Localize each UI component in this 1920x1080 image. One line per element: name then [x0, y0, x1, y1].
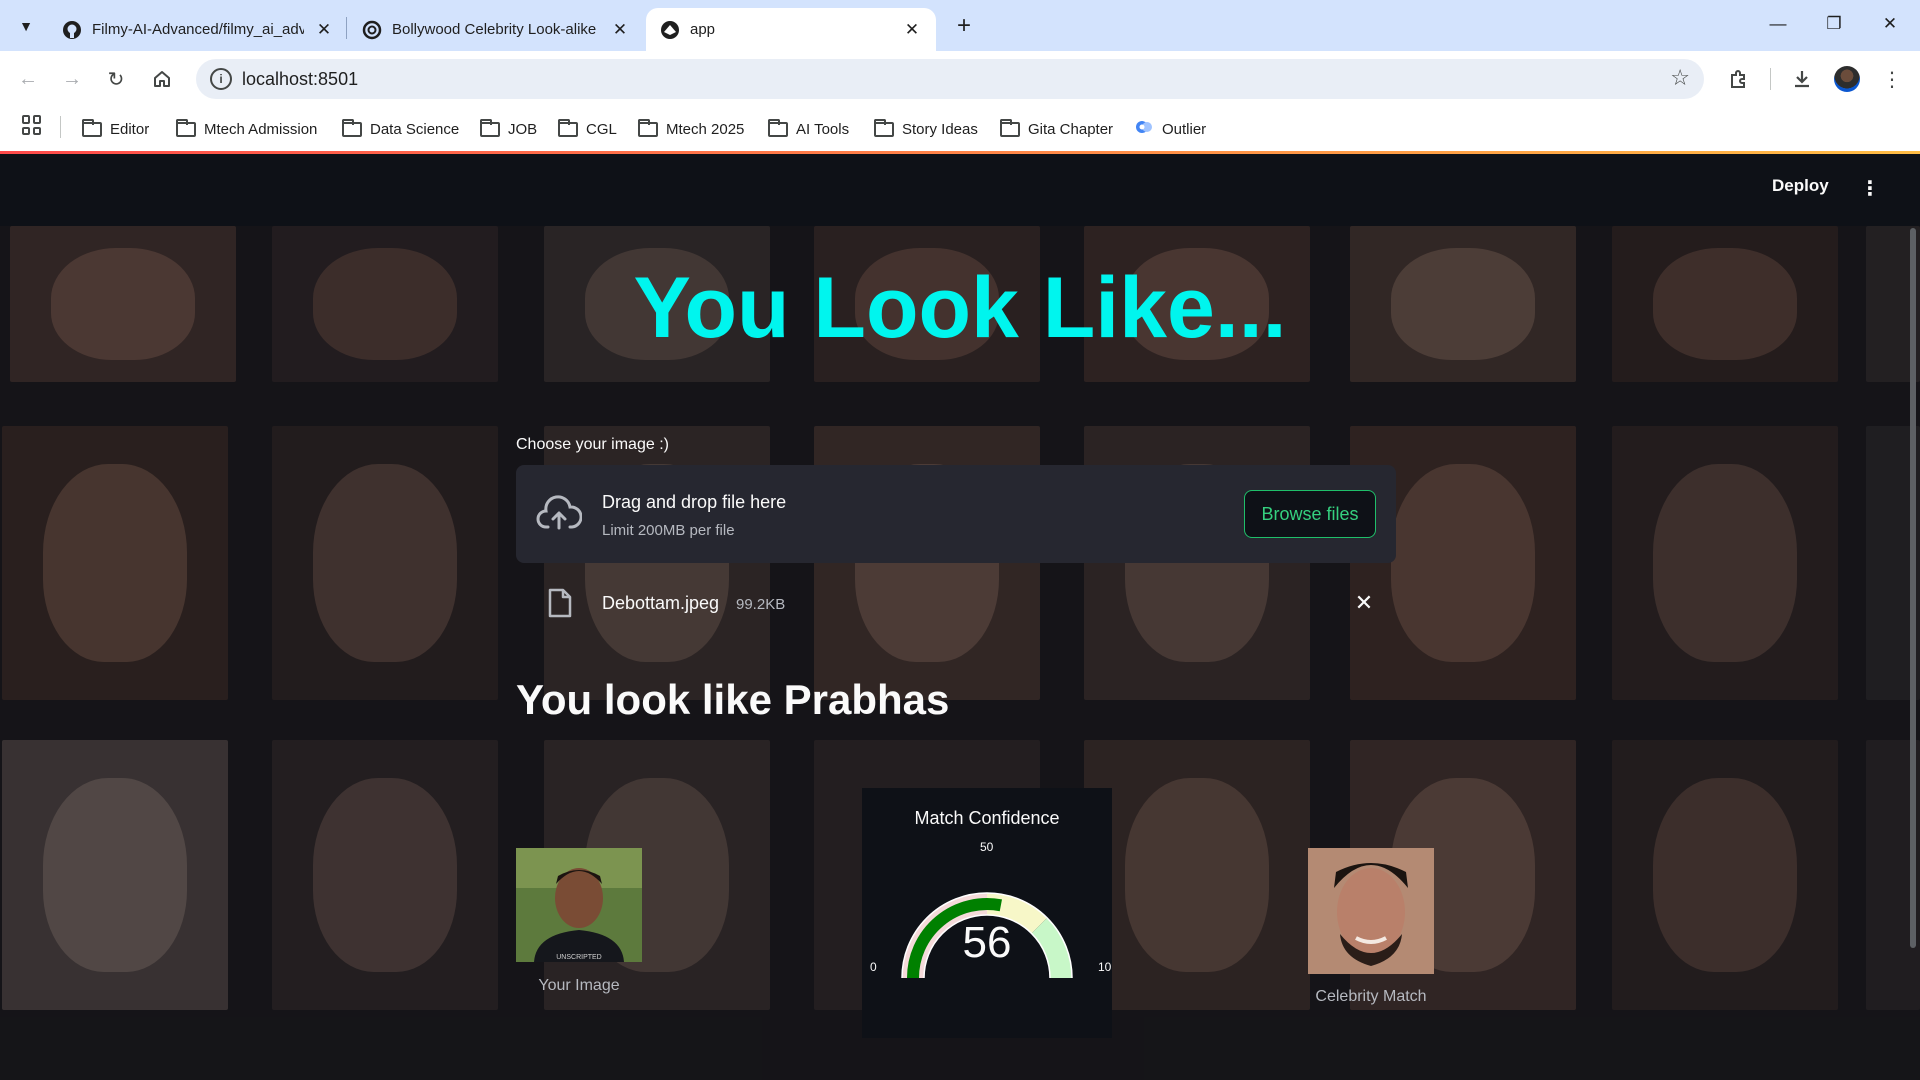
remove-file-icon[interactable]: ✕ — [1352, 590, 1376, 616]
bookmark-label: Story Ideas — [902, 120, 978, 138]
close-tab-icon[interactable]: ✕ — [902, 20, 922, 40]
file-dropzone[interactable]: Drag and drop file here Limit 200MB per … — [516, 465, 1396, 563]
tab-search-icon[interactable]: ▼ — [10, 10, 42, 42]
bookmark-label: CGL — [586, 120, 617, 138]
tab-title: Filmy-AI-Advanced/filmy_ai_adv — [92, 21, 304, 38]
forward-arrow-icon[interactable]: → — [54, 61, 90, 97]
bookmark-ai-tools[interactable]: AI Tools — [768, 115, 849, 143]
folder-icon — [176, 118, 196, 137]
page-title: You Look Like... — [633, 260, 1287, 356]
bookmarks-divider — [60, 116, 61, 138]
new-tab-button[interactable]: + — [948, 10, 980, 42]
your-image: UNSCRIPTED — [516, 848, 642, 962]
celebrity-image — [1308, 848, 1434, 974]
bookmark-mtech-2025[interactable]: Mtech 2025 — [638, 115, 744, 143]
extensions-icon[interactable] — [1722, 63, 1754, 95]
folder-icon — [1000, 118, 1020, 137]
tab-app[interactable]: app ✕ — [646, 8, 936, 51]
file-icon — [548, 588, 572, 618]
dropzone-limit: Limit 200MB per file — [602, 522, 735, 539]
bookmark-job[interactable]: JOB — [480, 115, 537, 143]
bookmark-editor[interactable]: Editor — [82, 115, 149, 143]
gauge-tick-max: 10 — [1098, 960, 1112, 974]
cloud-upload-icon — [536, 495, 582, 530]
home-icon[interactable] — [144, 61, 180, 97]
bookmark-data-science[interactable]: Data Science — [342, 115, 459, 143]
restore-icon[interactable]: ❐ — [1806, 0, 1862, 48]
back-arrow-icon[interactable]: ← — [10, 61, 46, 97]
gauge-tick-min: 0 — [870, 960, 877, 974]
download-icon[interactable] — [1786, 63, 1818, 95]
folder-icon — [82, 118, 102, 137]
gauge-value: 56 — [962, 918, 1012, 967]
page-scrollbar[interactable] — [1910, 228, 1916, 948]
bookmark-label: JOB — [508, 120, 538, 138]
openai-icon — [362, 20, 382, 40]
tab-divider — [346, 17, 347, 39]
tab-github[interactable]: Filmy-AI-Advanced/filmy_ai_adv ✕ — [48, 8, 348, 51]
browser-chrome: ▼ Filmy-AI-Advanced/filmy_ai_adv ✕ Bolly… — [0, 0, 1920, 154]
tab-chatgpt[interactable]: Bollywood Celebrity Look-alike ✕ — [348, 8, 644, 51]
minimize-icon[interactable]: — — [1750, 0, 1806, 48]
app-header: Deploy ⋮ — [0, 154, 1920, 226]
result-heading: You look like Prabhas — [516, 676, 950, 723]
bookmark-story-ideas[interactable]: Story Ideas — [874, 115, 978, 143]
url-text: localhost:8501 — [242, 69, 359, 89]
gauge-tick-mid: 50 — [980, 840, 994, 854]
folder-icon — [558, 118, 578, 137]
tab-title: app — [690, 21, 716, 38]
dropzone-title: Drag and drop file here — [602, 492, 787, 512]
toolbar-divider — [1770, 68, 1771, 90]
bookmark-label: Mtech 2025 — [666, 120, 745, 138]
bookmarks-bar: Editor Mtech Admission Data Science JOB … — [0, 107, 1920, 151]
main-content: You Look Like... Choose your image :) Dr… — [0, 154, 1920, 1080]
browse-files-button[interactable]: Browse files — [1244, 490, 1376, 538]
close-tab-icon[interactable]: ✕ — [610, 20, 630, 40]
bookmark-mtech-admission[interactable]: Mtech Admission — [176, 115, 317, 143]
bookmark-label: Gita Chapter — [1028, 120, 1114, 138]
bookmark-label: Outlier — [1162, 120, 1207, 138]
uploaded-file-size: 99.2KB — [736, 596, 786, 613]
bookmark-label: Editor — [110, 120, 150, 138]
site-info-icon[interactable]: i — [210, 68, 232, 90]
bookmark-label: Mtech Admission — [204, 120, 318, 138]
folder-icon — [874, 118, 894, 137]
uploader-label: Choose your image :) — [516, 436, 669, 453]
folder-icon — [480, 118, 500, 137]
svg-text:UNSCRIPTED: UNSCRIPTED — [556, 954, 602, 961]
confidence-gauge: Match Confidence 56 50 0 10 — [862, 788, 1112, 1038]
apps-grid-icon[interactable] — [22, 115, 42, 135]
deploy-button[interactable]: Deploy — [1772, 176, 1829, 196]
kebab-menu-icon[interactable]: ⋮ — [1860, 176, 1880, 201]
streamlit-app: Deploy ⋮ You Look Like... Choose your im… — [0, 154, 1920, 1080]
folder-icon — [768, 118, 788, 137]
folder-icon — [342, 118, 362, 137]
close-window-icon[interactable]: ✕ — [1862, 0, 1918, 48]
outlier-icon — [1134, 117, 1154, 141]
uploaded-file-name: Debottam.jpeg — [602, 593, 720, 613]
your-image-caption: Your Image — [538, 977, 620, 994]
bookmark-label: Data Science — [370, 120, 460, 138]
bookmark-outlier[interactable]: Outlier — [1134, 115, 1206, 143]
bookmark-cgl[interactable]: CGL — [558, 115, 617, 143]
reload-icon[interactable]: ↻ — [98, 61, 134, 97]
tab-title: Bollywood Celebrity Look-alike — [392, 21, 597, 38]
tab-strip: ▼ Filmy-AI-Advanced/filmy_ai_adv ✕ Bolly… — [0, 0, 1920, 51]
bookmark-label: AI Tools — [796, 120, 850, 138]
bookmark-gita-chapter[interactable]: Gita Chapter — [1000, 115, 1113, 143]
toolbar: ← → ↻ i localhost:8501 ☆ ⋮ — [0, 51, 1920, 107]
address-bar[interactable]: i localhost:8501 ☆ — [196, 59, 1704, 99]
gauge-dial — [901, 892, 1073, 979]
close-tab-icon[interactable]: ✕ — [314, 20, 334, 40]
celebrity-caption: Celebrity Match — [1315, 988, 1427, 1005]
folder-icon — [638, 118, 658, 137]
profile-avatar[interactable] — [1834, 66, 1860, 92]
bookmark-star-icon[interactable]: ☆ — [1670, 65, 1690, 91]
github-icon — [62, 20, 82, 40]
streamlit-icon — [660, 20, 680, 40]
chrome-menu-icon[interactable]: ⋮ — [1876, 63, 1908, 95]
